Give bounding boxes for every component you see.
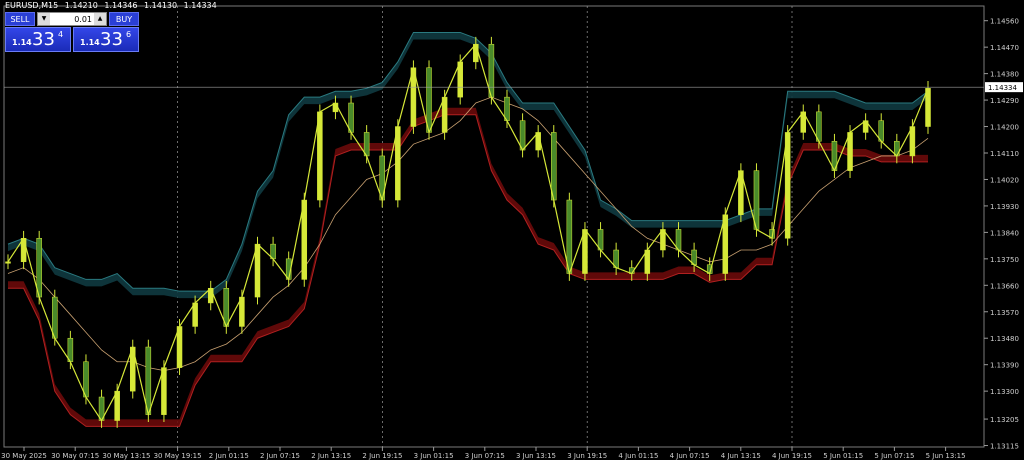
x-tick-label: 30 May 13:15	[102, 452, 150, 460]
x-tick-label: 2 Jun 13:15	[311, 452, 351, 460]
y-tick-label: 1.14290	[990, 97, 1019, 105]
y-tick-label: 1.14380	[990, 71, 1019, 79]
x-tick-label: 2 Jun 19:15	[362, 452, 402, 460]
x-tick-label: 5 Jun 13:15	[926, 452, 966, 460]
y-tick-label: 1.13930	[990, 203, 1019, 211]
sell-price-prefix: 1.14	[12, 38, 32, 47]
sell-price-button[interactable]: 1.14 33 4	[5, 27, 71, 52]
current-price-label: 1.14334	[988, 84, 1017, 92]
y-tick-label: 1.13750	[990, 256, 1019, 264]
x-tick-label: 30 May 19:15	[154, 452, 202, 460]
chart-header: EURUSD,M15 1.14210 1.14346 1.14130 1.143…	[5, 1, 221, 10]
x-tick-label: 3 Jun 13:15	[516, 452, 556, 460]
sell-price-fraction: 4	[58, 30, 64, 39]
x-tick-label: 5 Jun 01:15	[823, 452, 863, 460]
price-chart[interactable]: 1.145601.144701.143801.142901.142001.141…	[0, 0, 1024, 460]
candle-body	[5, 261, 11, 264]
one-click-trading-panel: SELL ▼ 0.01 ▲ BUY 1.14 33 4 1.14 33 6	[5, 12, 139, 52]
y-tick-label: 1.13115	[990, 443, 1019, 451]
x-tick-label: 3 Jun 01:15	[414, 452, 454, 460]
lot-decrease-icon[interactable]: ▼	[38, 13, 50, 25]
x-tick-label: 3 Jun 19:15	[567, 452, 607, 460]
low-value: 1.14130	[144, 1, 178, 10]
y-tick-label: 1.13660	[990, 282, 1019, 290]
lot-size-value: 0.01	[74, 15, 92, 24]
x-tick-label: 4 Jun 13:15	[721, 452, 761, 460]
buy-button[interactable]: BUY	[109, 12, 139, 26]
y-tick-label: 1.13570	[990, 309, 1019, 317]
y-tick-label: 1.14200	[990, 124, 1019, 132]
x-tick-label: 4 Jun 19:15	[772, 452, 812, 460]
lot-increase-icon[interactable]: ▲	[94, 13, 106, 25]
x-tick-label: 4 Jun 07:15	[670, 452, 710, 460]
buy-price-prefix: 1.14	[80, 38, 100, 47]
lot-size-field[interactable]: ▼ 0.01 ▲	[37, 12, 107, 26]
x-tick-label: 3 Jun 07:15	[465, 452, 505, 460]
y-tick-label: 1.13205	[990, 416, 1019, 424]
x-tick-label: 5 Jun 07:15	[874, 452, 914, 460]
y-tick-label: 1.13390	[990, 362, 1019, 370]
sell-price-pips: 33	[32, 29, 55, 50]
x-tick-label: 2 Jun 01:15	[209, 452, 249, 460]
open-value: 1.14210	[64, 1, 98, 10]
x-tick-label: 2 Jun 07:15	[260, 452, 300, 460]
x-tick-label: 30 May 07:15	[51, 452, 99, 460]
buy-price-pips: 33	[100, 29, 123, 50]
high-value: 1.14346	[104, 1, 138, 10]
x-tick-label: 4 Jun 01:15	[618, 452, 658, 460]
chart-window: 1.14560 1.14470 1.14380 1.14290 1.14200 1.141…	[0, 0, 1024, 460]
y-tick-label: 1.14470	[990, 44, 1019, 52]
y-tick-label: 1.14560	[990, 18, 1019, 26]
close-value: 1.14334	[183, 1, 217, 10]
y-tick-label: 1.13840	[990, 229, 1019, 237]
y-tick-label: 1.14110	[990, 150, 1019, 158]
buy-price-fraction: 6	[126, 30, 132, 39]
x-tick-label: 30 May 2025	[1, 452, 47, 460]
y-tick-label: 1.13480	[990, 335, 1019, 343]
y-tick-label: 1.13300	[990, 388, 1019, 396]
sell-button[interactable]: SELL	[5, 12, 35, 26]
symbol-label: EURUSD,M15	[5, 1, 59, 10]
buy-price-button[interactable]: 1.14 33 6	[73, 27, 139, 52]
y-tick-label: 1.14020	[990, 176, 1019, 184]
